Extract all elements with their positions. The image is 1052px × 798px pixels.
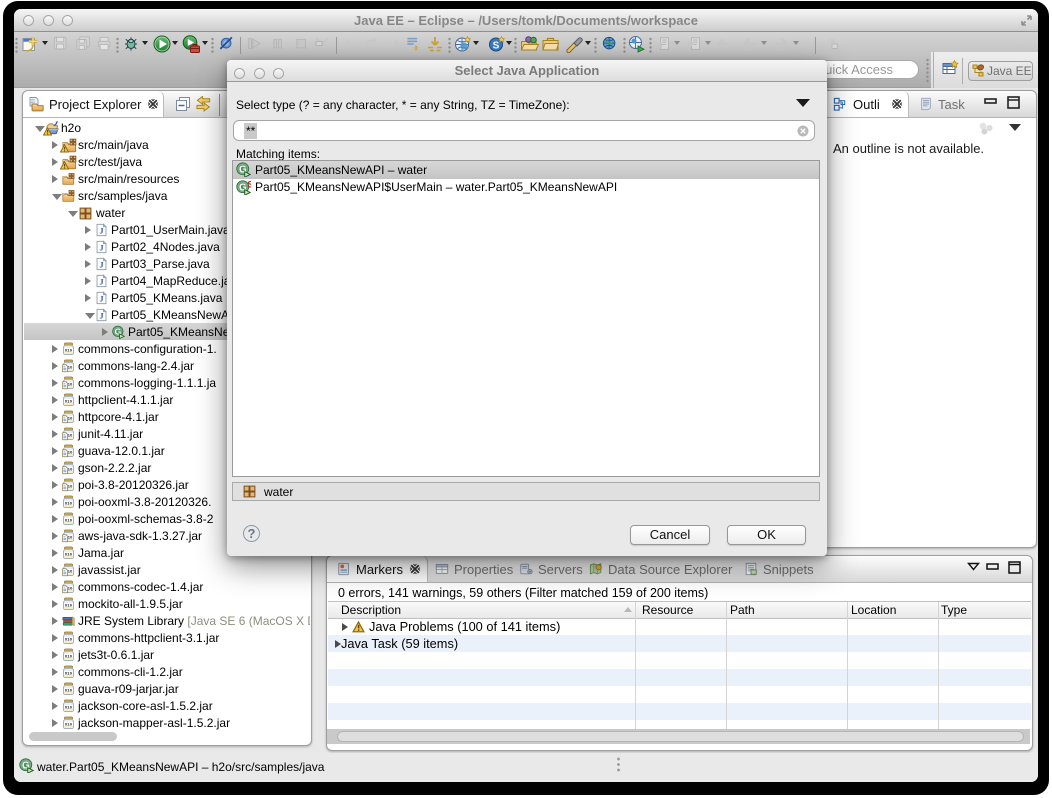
svg-text:S: S bbox=[247, 180, 251, 191]
svg-text:S: S bbox=[493, 41, 500, 52]
